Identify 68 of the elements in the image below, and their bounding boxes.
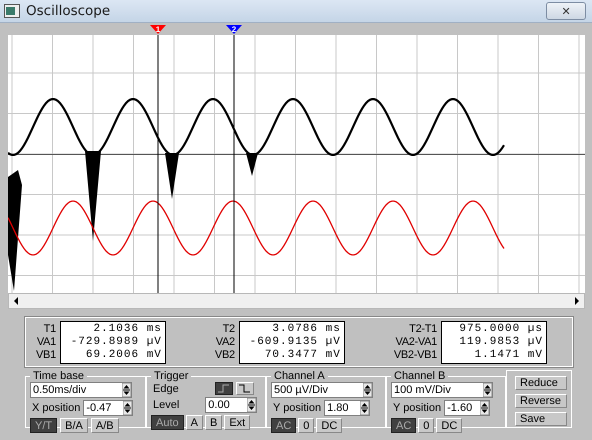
readout-value: 70.3477 mV [264,348,341,362]
toggle-button[interactable]: Ext [224,415,250,430]
group-title: Trigger [153,370,190,382]
position-field[interactable]: -0.47 [83,400,134,416]
toggle-button[interactable]: A [186,415,203,430]
app-icon [4,4,20,18]
readout-value: 119.9853 µV [459,336,543,348]
toggle-button[interactable]: 0 [418,418,434,433]
group-title: Time base [32,370,85,382]
toggle-button[interactable]: B [204,415,222,430]
spinner-icon[interactable] [122,383,131,397]
spinner-icon[interactable] [480,401,490,415]
field-label: Edge [152,382,179,394]
rising-edge-icon [218,384,230,393]
toggle-button[interactable]: DC [436,418,462,433]
scale-field[interactable]: 100 mV/Div [391,382,493,398]
toggle-button[interactable]: DC [316,418,342,433]
readout-label: VA2 [216,336,235,348]
readout-label: VB2 [214,348,235,362]
readout-value: 975.0000 µs [459,322,543,336]
edge-button[interactable] [214,382,233,395]
falling-edge-icon [238,384,251,393]
level-field[interactable]: 0.00 [205,397,258,413]
scale-field[interactable]: 500 µV/Div [271,382,373,398]
readout-label: T2 [222,322,235,336]
cursor-marker[interactable]: 1 [150,25,166,34]
readout-label: T1 [44,322,56,336]
toggle-button[interactable]: 0 [298,418,314,433]
toggle-button[interactable]: Y/T [30,418,58,433]
readout-value: -729.8989 µV [70,336,162,348]
readout-label: VB2-VB1 [394,348,437,362]
scroll-left-icon[interactable] [13,297,19,305]
toggle-button[interactable]: AC [271,418,296,433]
field-label: Y position [272,402,322,414]
toggle-button[interactable]: B/A [60,418,88,433]
action-button[interactable]: Save [515,412,567,426]
readout-value: -609.9135 µV [250,336,341,348]
toggle-button[interactable]: Auto [151,415,184,430]
spinner-icon[interactable] [360,401,370,415]
toggle-button[interactable]: A/B [90,418,119,433]
readout-value: 2.1036 ms [93,322,162,336]
scroll-right-icon[interactable] [574,297,580,305]
readout-label: VA1 [36,336,56,348]
readout-value: 69.2006 mV [86,348,162,362]
field-label: Y position [392,402,442,414]
scale-field[interactable]: 0.50ms/div [30,382,132,398]
readout-value: 3.0786 ms [272,322,341,336]
readout-label: VB1 [36,348,56,362]
cursor-marker[interactable]: 2 [226,25,242,34]
field-label: X position [31,402,80,414]
group-title: Channel B [393,370,446,382]
action-button[interactable]: Reverse [515,394,567,408]
toggle-button[interactable]: AC [391,418,416,433]
readout-label: T2-T1 [409,322,437,336]
scrollbar[interactable] [8,293,585,309]
group-title: Channel A [273,370,326,382]
close-button[interactable]: ✕ [546,2,586,20]
position-field[interactable]: -1.60 [444,400,490,416]
spinner-icon[interactable] [363,383,372,397]
spinner-icon[interactable] [123,401,132,415]
position-field[interactable]: 1.80 [324,400,370,416]
spinner-icon[interactable] [483,383,492,397]
action-button[interactable]: Reduce [515,376,567,390]
field-label: Level [152,399,180,411]
readout-value: 1.1471 mV [474,348,543,362]
spinner-icon[interactable] [247,398,256,412]
readout-label: VA2-VA1 [395,336,437,348]
window-title: Oscilloscope [26,3,112,19]
